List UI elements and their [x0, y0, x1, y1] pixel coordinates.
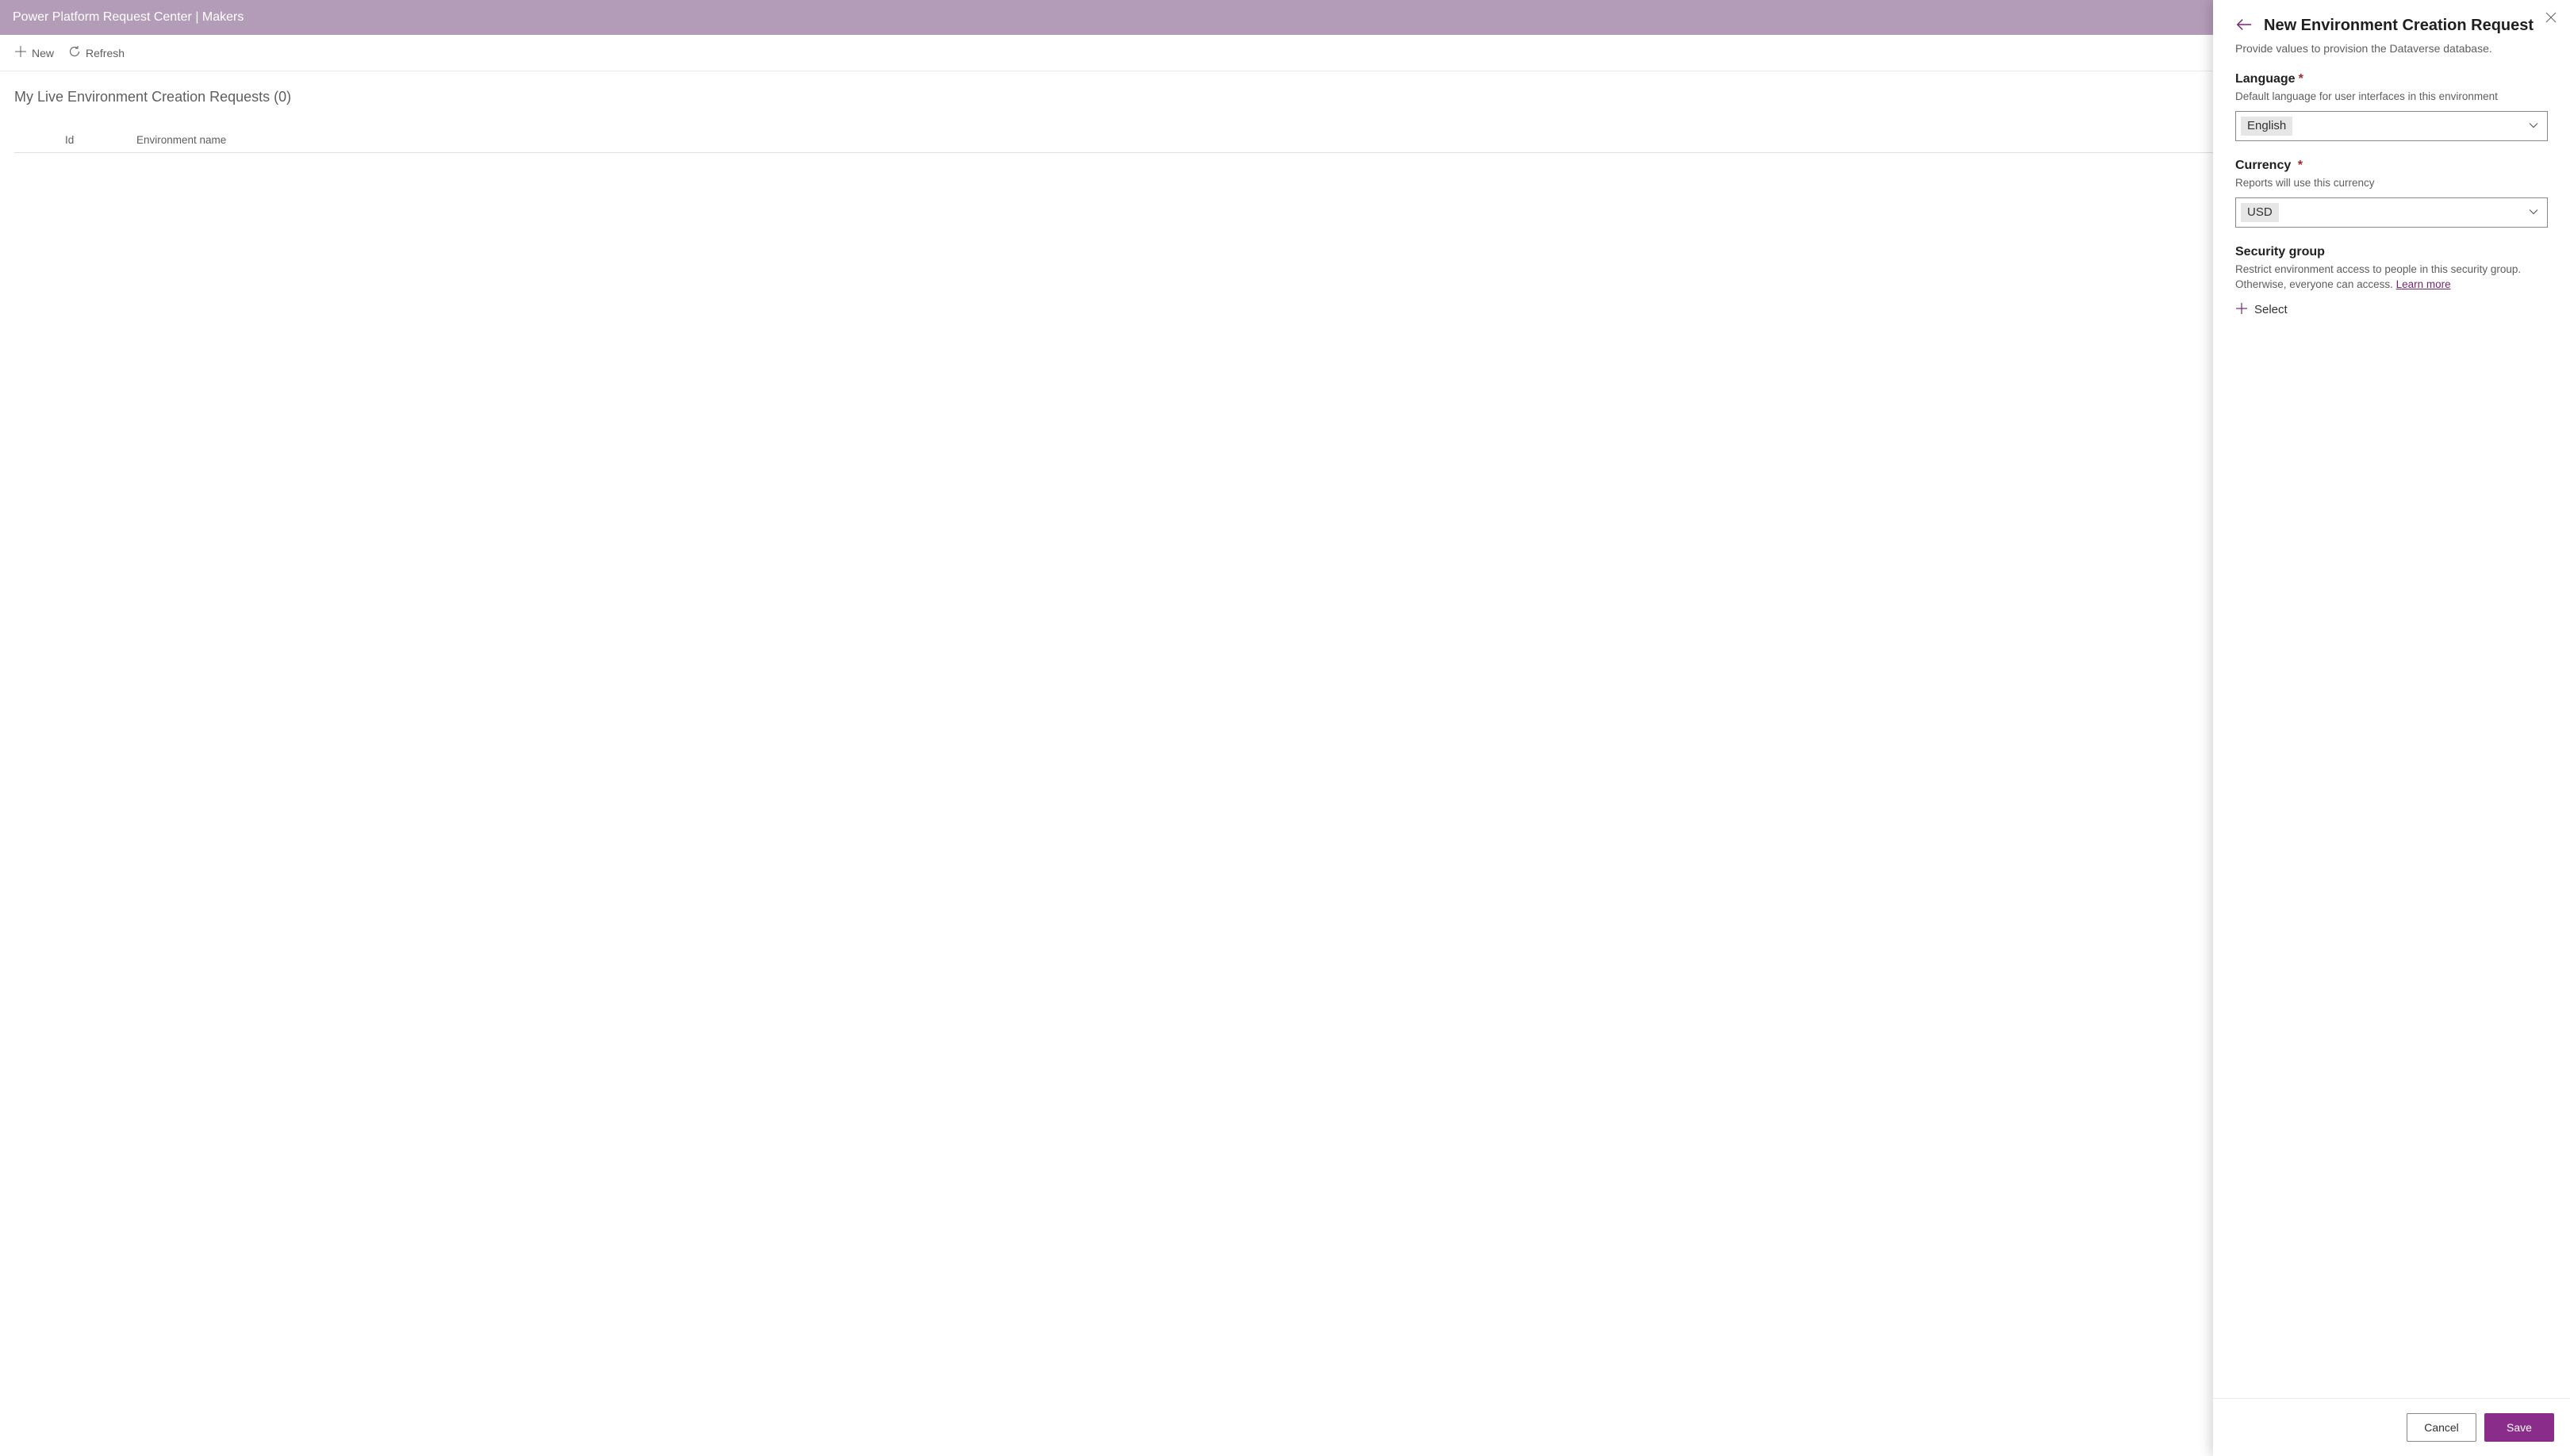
refresh-button-label: Refresh: [86, 47, 125, 59]
list-title: My Live Environment Creation Requests (0…: [14, 89, 2556, 105]
security-group-desc: Restrict environment access to people in…: [2235, 262, 2548, 293]
grid-col-env[interactable]: Environment name: [136, 134, 2556, 146]
currency-dropdown[interactable]: USD: [2235, 197, 2548, 228]
close-button[interactable]: [2538, 6, 2564, 32]
save-button[interactable]: Save: [2484, 1413, 2554, 1442]
field-language: Language* Default language for user inte…: [2235, 72, 2548, 141]
refresh-button[interactable]: Refresh: [67, 42, 126, 63]
currency-label-text: Currency: [2235, 159, 2291, 172]
language-value: English: [2241, 117, 2292, 136]
new-button-label: New: [32, 47, 54, 59]
arrow-left-icon: [2235, 16, 2253, 36]
panel-footer: Cancel Save: [2213, 1398, 2570, 1456]
language-label-text: Language: [2235, 72, 2296, 86]
security-group-select-label: Select: [2254, 303, 2288, 316]
language-desc: Default language for user interfaces in …: [2235, 90, 2548, 105]
new-button[interactable]: New: [13, 42, 56, 63]
app-header: Power Platform Request Center | Makers: [0, 0, 2570, 35]
side-panel: New Environment Creation Request Provide…: [2213, 0, 2570, 1456]
security-group-label: Security group: [2235, 245, 2548, 259]
close-icon: [2545, 12, 2557, 27]
currency-desc: Reports will use this currency: [2235, 176, 2548, 191]
currency-value: USD: [2241, 203, 2279, 222]
panel-title-row: New Environment Creation Request: [2235, 16, 2548, 36]
plus-icon: [2235, 302, 2248, 318]
currency-label: Currency *: [2235, 159, 2548, 173]
chevron-down-icon: [2528, 119, 2539, 132]
security-group-select-button[interactable]: Select: [2235, 299, 2288, 321]
chevron-down-icon: [2528, 205, 2539, 219]
cancel-button[interactable]: Cancel: [2407, 1413, 2476, 1442]
refresh-icon: [68, 45, 81, 60]
command-bar: New Refresh: [0, 35, 2570, 71]
required-marker: *: [2294, 159, 2303, 172]
panel-title: New Environment Creation Request: [2264, 17, 2534, 35]
panel-subtitle: Provide values to provision the Datavers…: [2235, 42, 2548, 55]
panel-body: New Environment Creation Request Provide…: [2213, 0, 2570, 1398]
required-marker: *: [2299, 72, 2303, 86]
back-button[interactable]: [2235, 16, 2253, 36]
language-label: Language*: [2235, 72, 2548, 86]
app-title: Power Platform Request Center | Makers: [13, 10, 244, 25]
language-dropdown[interactable]: English: [2235, 111, 2548, 141]
field-security-group: Security group Restrict environment acce…: [2235, 245, 2548, 321]
learn-more-link[interactable]: Learn more: [2396, 278, 2451, 290]
plus-icon: [14, 45, 27, 60]
main-content: My Live Environment Creation Requests (0…: [0, 71, 2570, 171]
field-currency: Currency * Reports will use this currenc…: [2235, 159, 2548, 228]
grid-col-id[interactable]: Id: [65, 134, 136, 146]
grid-col-select: [14, 134, 65, 146]
security-group-desc-text: Restrict environment access to people in…: [2235, 263, 2521, 290]
grid-header-row: Id Environment name: [14, 128, 2556, 153]
